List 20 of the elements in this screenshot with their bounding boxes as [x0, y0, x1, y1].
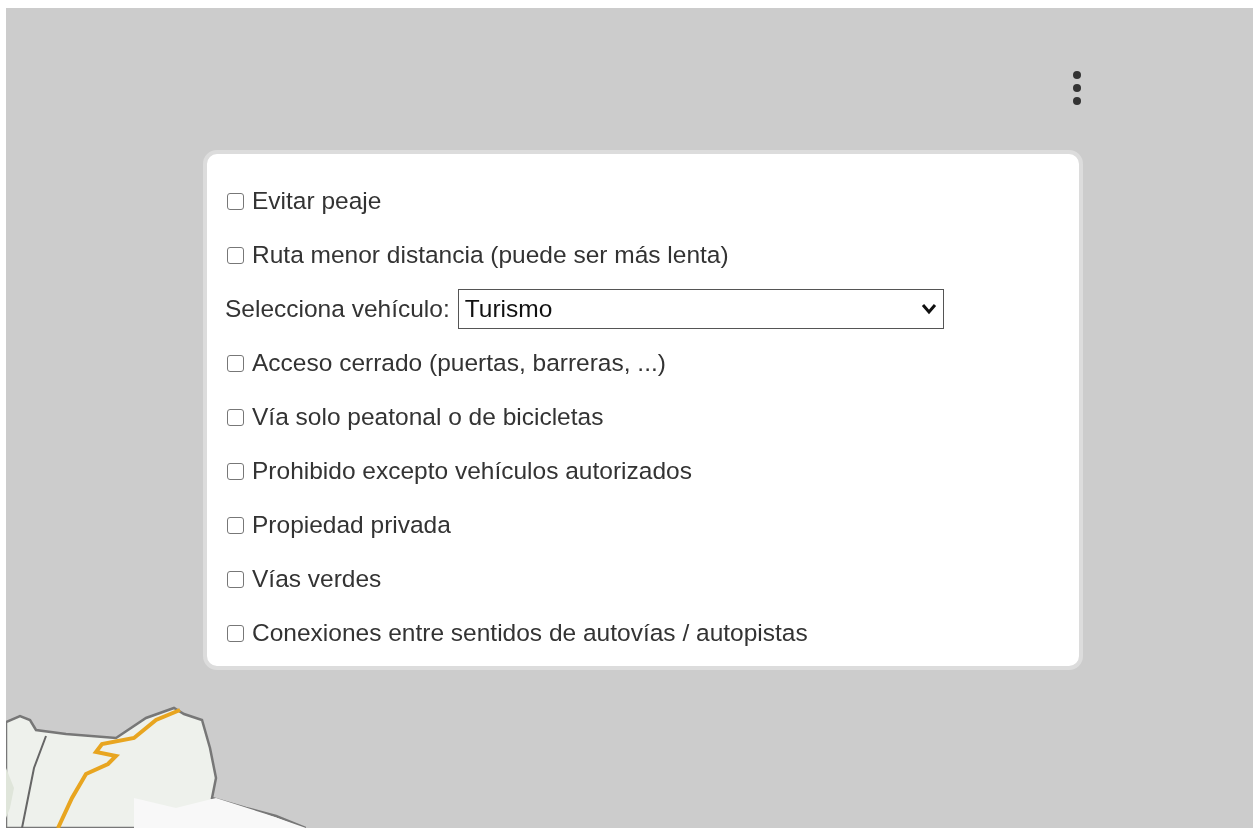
- checkbox[interactable]: [227, 246, 244, 264]
- checkbox[interactable]: [227, 408, 244, 426]
- vehicle-select[interactable]: Turismo: [457, 289, 944, 329]
- checkbox-label[interactable]: Vías verdes: [252, 565, 382, 593]
- checkbox[interactable]: [227, 516, 244, 534]
- more-options-icon[interactable]: [1072, 70, 1082, 106]
- checkbox-label[interactable]: Vía solo peatonal o de bicicletas: [252, 403, 604, 431]
- vehicle-label: Selecciona vehículo:: [225, 295, 450, 323]
- checkbox[interactable]: [227, 624, 244, 642]
- checkbox[interactable]: [227, 354, 244, 372]
- checkbox-label[interactable]: Ruta menor distancia (puede ser más lenta): [252, 241, 729, 269]
- checkbox-label[interactable]: Acceso cerrado (puertas, barreras, ...): [252, 349, 666, 377]
- checkbox[interactable]: [227, 462, 244, 480]
- checkbox-label[interactable]: Propiedad privada: [252, 511, 451, 539]
- checkbox-label[interactable]: Conexiones entre sentidos de autovías / autopistas: [252, 619, 808, 647]
- checkbox[interactable]: [227, 570, 244, 588]
- checkbox-label[interactable]: Prohibido excepto vehículos autorizados: [252, 457, 692, 485]
- checkbox[interactable]: [227, 192, 244, 210]
- checkbox-label[interactable]: Evitar peaje: [252, 187, 382, 215]
- chevron-down-icon: [920, 303, 937, 315]
